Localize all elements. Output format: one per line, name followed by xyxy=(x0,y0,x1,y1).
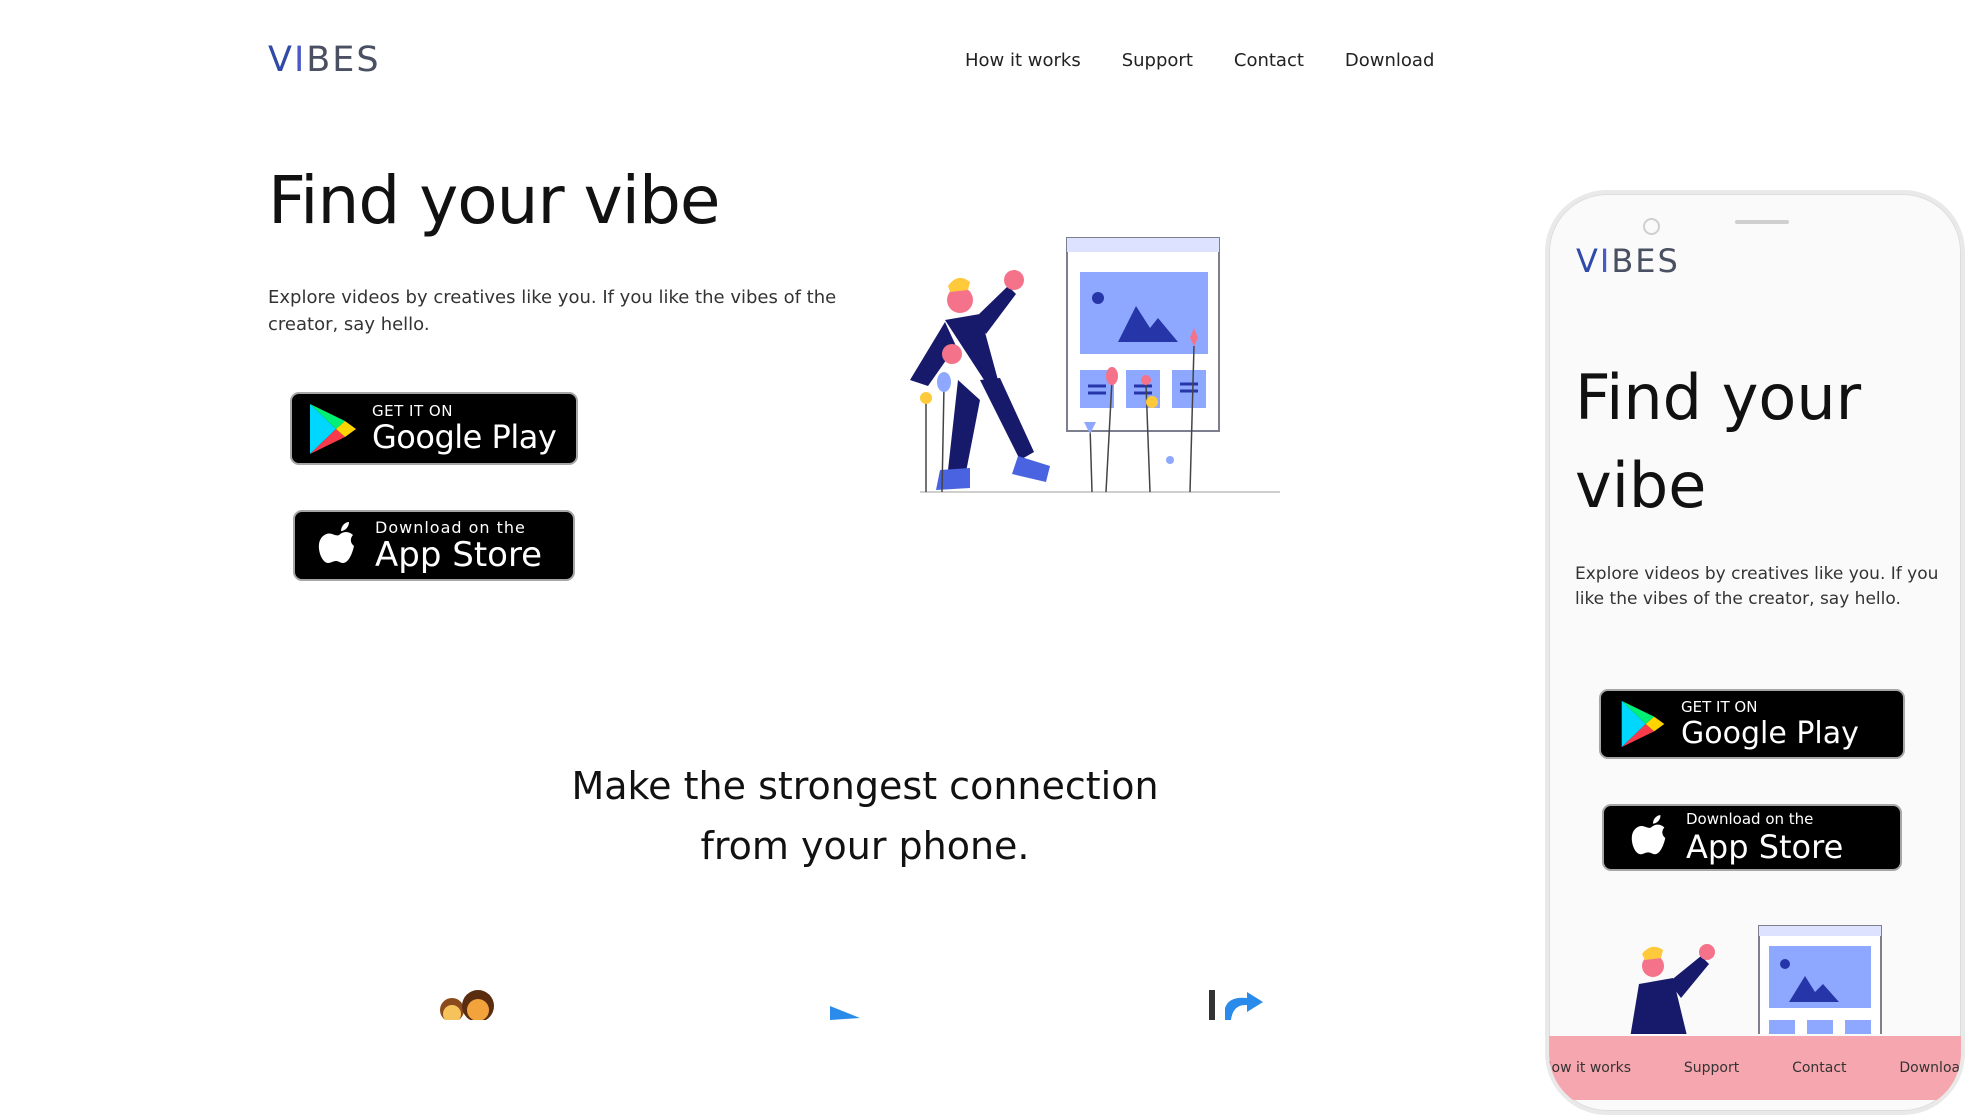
section-title-line1: Make the strongest connection xyxy=(571,764,1159,808)
google-play-icon xyxy=(310,403,356,454)
section-title: Make the strongest connection from your … xyxy=(510,756,1220,876)
hero-description: Explore videos by creatives like you. If… xyxy=(268,287,837,335)
nav-support[interactable]: Support xyxy=(1122,50,1193,71)
phone-google-play-small-label: GET IT ON xyxy=(1681,697,1758,716)
logo-letter-v: V xyxy=(268,40,294,80)
phone-logo-letter-v: V xyxy=(1576,242,1600,280)
phone-app-store-text: Download on the App Store xyxy=(1686,810,1843,866)
section-title-line2: from your phone. xyxy=(700,824,1030,868)
phone-bottom-nav: How it works Support Contact Download xyxy=(1549,1036,1961,1100)
phone-logo-letter-i: I xyxy=(1599,242,1612,280)
play-icon xyxy=(830,1006,860,1020)
share-icon xyxy=(1209,990,1263,1020)
google-play-button[interactable]: GET IT ON Google Play xyxy=(290,392,578,465)
phone-camera xyxy=(1643,218,1660,235)
hero-title: Find your vibe xyxy=(268,162,720,239)
phone-google-play-icon xyxy=(1621,700,1665,748)
app-store-big-label: App Store xyxy=(375,534,543,575)
phone-apple-icon xyxy=(1631,814,1666,854)
nav-contact[interactable]: Contact xyxy=(1234,50,1304,71)
phone-preview: VIBES Find your vibe Explore videos by c… xyxy=(1545,190,1965,1115)
google-play-text: GET IT ON Google Play xyxy=(372,401,557,456)
google-play-big-label: Google Play xyxy=(372,417,557,456)
phone-nav-how-it-works[interactable]: How it works xyxy=(1549,1060,1631,1076)
apple-icon xyxy=(318,521,354,563)
phone-brand-logo[interactable]: VIBES xyxy=(1576,242,1680,280)
brand-logo[interactable]: VIBES xyxy=(268,40,381,80)
phone-google-play-big-label: Google Play xyxy=(1681,715,1859,751)
phone-app-store-big-label: App Store xyxy=(1686,827,1844,866)
app-store-text: Download on the App Store xyxy=(375,517,543,575)
phone-google-play-button[interactable]: GET IT ON Google Play xyxy=(1599,689,1905,759)
phone-google-play-text: GET IT ON Google Play xyxy=(1681,698,1859,751)
hero-illustration xyxy=(910,237,1280,493)
phone-hero-description: Explore videos by creatives like you. If… xyxy=(1575,564,1939,609)
phone-logo-letters-rest: BES xyxy=(1611,242,1680,280)
google-play-small-label: GET IT ON xyxy=(372,401,453,420)
app-store-button[interactable]: Download on the App Store xyxy=(293,510,575,581)
phone-hero-illustration xyxy=(1630,925,1882,1034)
app-store-small-label: Download on the xyxy=(375,517,526,537)
phone-nav-download[interactable]: Download xyxy=(1899,1060,1961,1076)
phone-app-store-button[interactable]: Download on the App Store xyxy=(1602,804,1902,871)
phone-nav-support[interactable]: Support xyxy=(1684,1060,1739,1076)
people-emoji-icon xyxy=(440,990,494,1020)
nav-download[interactable]: Download xyxy=(1345,50,1434,71)
main-nav: How it works Support Contact Download xyxy=(965,50,1434,71)
dancing-person xyxy=(910,270,1050,490)
phone-nav-contact[interactable]: Contact xyxy=(1792,1060,1846,1076)
logo-letter-i: I xyxy=(293,40,307,80)
logo-letters-rest: BES xyxy=(306,40,381,80)
nav-how-it-works[interactable]: How it works xyxy=(965,50,1081,71)
phone-speaker xyxy=(1735,220,1789,224)
phone-app-store-small-label: Download on the xyxy=(1686,809,1814,828)
phone-hero-title: Find your vibe xyxy=(1575,361,1862,522)
